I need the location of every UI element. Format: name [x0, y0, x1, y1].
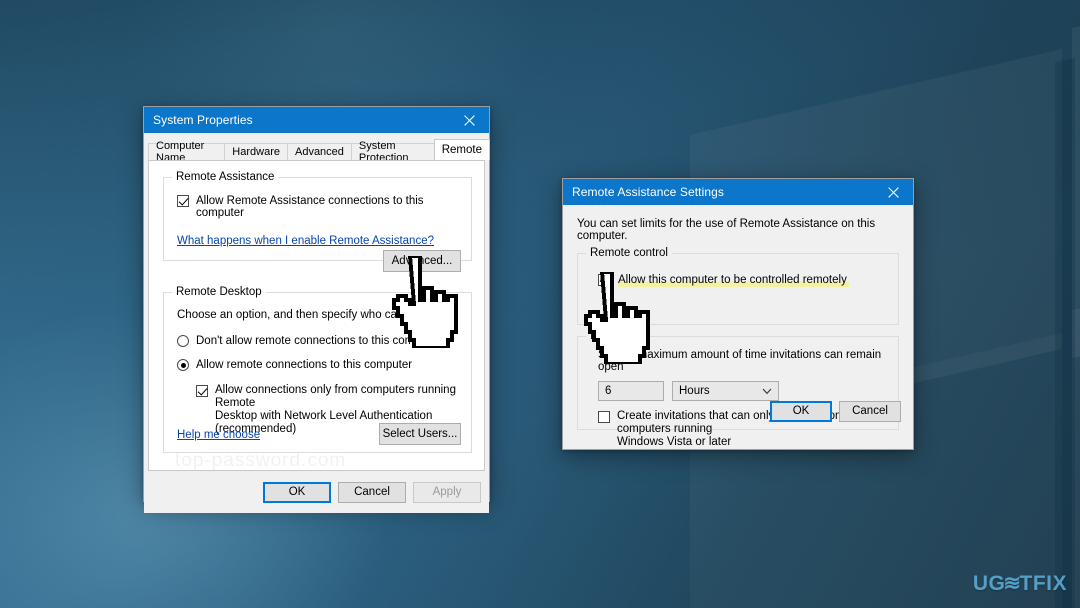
system-properties-dialog: System Properties Computer Name Hardware… — [143, 106, 490, 513]
allow-controlled-remotely-row[interactable]: Allow this computer to be controlled rem… — [598, 274, 898, 287]
remote-assistance-groupbox: Remote Assistance Allow Remote Assistanc… — [163, 171, 472, 272]
ras-cancel-button[interactable]: Cancel — [839, 400, 901, 422]
dont-allow-remote-label: Don't allow remote connections to this c… — [196, 335, 441, 347]
ras-titlebar[interactable]: Remote Assistance Settings — [563, 179, 913, 205]
remote-control-groupbox: Remote control Allow this computer to be… — [577, 247, 899, 325]
help-me-choose-link[interactable]: Help me choose — [177, 429, 260, 441]
tab-label: Hardware — [232, 146, 280, 158]
ras-intro-text: You can set limits for the use of Remote… — [577, 218, 876, 242]
allow-remote-assistance-checkbox[interactable] — [177, 195, 189, 207]
allow-remote-radio[interactable] — [177, 359, 189, 371]
remote-desktop-legend: Remote Desktop — [172, 286, 266, 298]
wallpaper-mullion — [1055, 57, 1075, 608]
ras-ok-button[interactable]: OK — [770, 400, 832, 422]
invitations-legend: Invitations — [586, 330, 646, 342]
tab-computer-name[interactable]: Computer Name — [148, 140, 226, 164]
wallpaper-pane-4 — [1072, 233, 1080, 608]
tab-label: Remote — [441, 144, 482, 156]
nla-checkbox[interactable] — [196, 385, 208, 397]
logo-prefix: UG — [972, 571, 1006, 595]
invitations-description: Set the maximum amount of time invitatio… — [598, 349, 882, 373]
remote-desktop-groupbox: Remote Desktop Choose an option, and the… — [163, 286, 472, 453]
sp-ok-button[interactable]: OK — [263, 481, 331, 503]
remote-tab-panel: top-password.com Remote Assistance Allow… — [148, 160, 485, 471]
nla-label-line1: Allow connections only from computers ru… — [215, 384, 456, 409]
ras-body: You can set limits for the use of Remote… — [563, 205, 913, 448]
tab-hardware[interactable]: Hardware — [224, 143, 288, 160]
sp-apply-button: Apply — [413, 481, 481, 503]
system-properties-footer: OK Cancel Apply — [144, 471, 489, 513]
sp-cancel-button[interactable]: Cancel — [338, 481, 406, 503]
system-properties-titlebar[interactable]: System Properties — [144, 107, 489, 133]
tab-advanced[interactable]: Advanced — [286, 143, 352, 160]
remote-control-legend: Remote control — [586, 247, 672, 259]
allow-controlled-remotely-label: Allow this computer to be controlled rem… — [617, 274, 849, 287]
desktop-background: System Properties Computer Name Hardware… — [0, 0, 1080, 608]
ugetfix-logo: UG ≋ TFIX — [972, 571, 1067, 596]
allow-remote-row[interactable]: Allow remote connections to this compute… — [177, 359, 471, 371]
remote-desktop-instruction: Choose an option, and then specify who c… — [177, 309, 450, 321]
allow-remote-label: Allow remote connections to this compute… — [196, 359, 413, 371]
remote-assistance-legend: Remote Assistance — [172, 171, 279, 183]
allow-remote-assistance-row[interactable]: Allow Remote Assistance connections to t… — [177, 195, 471, 219]
remote-assistance-settings-dialog: Remote Assistance Settings You can set l… — [562, 178, 914, 450]
close-icon[interactable] — [449, 107, 489, 133]
select-users-button[interactable]: Select Users... — [379, 423, 461, 445]
what-happens-link[interactable]: What happens when I enable Remote Assist… — [177, 235, 434, 247]
close-icon[interactable] — [873, 179, 913, 205]
system-properties-title: System Properties — [153, 113, 253, 127]
ras-footer: OK Cancel — [563, 392, 913, 430]
allow-controlled-remotely-checkbox[interactable] — [598, 274, 610, 286]
system-properties-tabstrip: Computer Name Hardware Advanced System P… — [144, 139, 490, 164]
system-properties-body: Computer Name Hardware Advanced System P… — [144, 139, 490, 513]
tab-label: Advanced — [294, 146, 344, 158]
ras-title: Remote Assistance Settings — [572, 185, 725, 199]
allow-remote-assistance-label: Allow Remote Assistance connections to t… — [196, 195, 424, 219]
dont-allow-remote-radio[interactable] — [177, 335, 189, 347]
vista-label-line2: Windows Vista or later — [617, 436, 732, 448]
watermark: top-password.com — [175, 450, 347, 471]
tab-system-protection[interactable]: System Protection — [350, 140, 435, 164]
logo-suffix: TFIX — [1019, 571, 1067, 595]
advanced-button[interactable]: Advanced... — [383, 250, 461, 272]
wallpaper-pane-2 — [1072, 0, 1080, 359]
tab-remote[interactable]: Remote — [433, 139, 490, 160]
dont-allow-remote-row[interactable]: Don't allow remote connections to this c… — [177, 335, 471, 347]
